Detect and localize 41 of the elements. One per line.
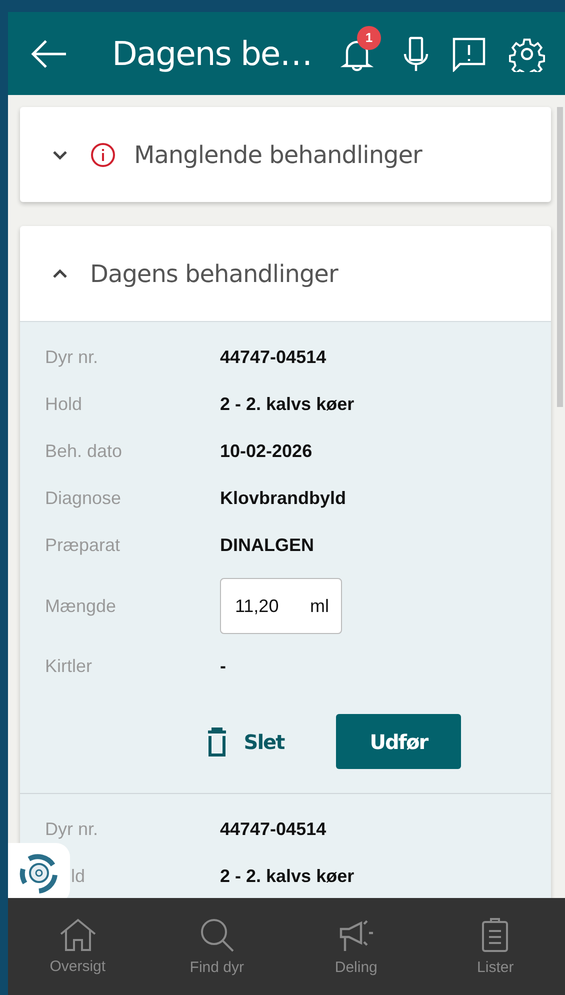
field-label: Diagnose	[45, 488, 122, 509]
sync-button[interactable]	[8, 843, 70, 898]
unit-label: ml	[310, 596, 329, 616]
nav-item[interactable]: Oversigt	[8, 898, 148, 995]
field-value: 10-02-2026	[220, 441, 312, 462]
field-value: Klovbrandbyld	[220, 488, 346, 509]
field-value: -	[220, 656, 226, 677]
field-label: Kirtler	[45, 656, 94, 677]
notification-badge: 1	[357, 26, 381, 50]
delete-button[interactable]: Slet	[200, 714, 290, 769]
field-value: DINALGEN	[220, 535, 314, 556]
field-label: Hold	[45, 394, 84, 415]
section-header[interactable]: Dagens behandlinger	[20, 226, 551, 321]
amount-field[interactable]: 11,20 ml	[220, 578, 342, 634]
field-label: Beh. dato	[45, 441, 124, 462]
field-label: Præparat	[45, 535, 122, 556]
field-label: Dyr nr.	[45, 347, 100, 368]
field-label: Dyr nr.	[45, 819, 100, 840]
nav-item[interactable]: Find dyr	[147, 898, 286, 995]
nav-item[interactable]: Deling	[286, 898, 426, 995]
section-title: Manglende behandlinger	[134, 140, 422, 168]
settings-icon[interactable]	[509, 36, 545, 72]
page-title: Dagens be…	[112, 34, 313, 73]
back-arrow-icon[interactable]	[30, 38, 68, 68]
scrollbar[interactable]	[557, 107, 563, 407]
field-value: 2 - 2. kalvs køer	[220, 394, 354, 415]
field-value: 44747-04514	[220, 347, 326, 368]
submit-button[interactable]: Udfør	[336, 714, 462, 769]
field-label: Mængde	[45, 596, 118, 616]
section-header[interactable]: Manglende behandlinger	[20, 107, 551, 202]
megaphone-icon	[337, 917, 376, 953]
microphone-icon[interactable]	[403, 36, 429, 72]
nav-item[interactable]: Lister	[426, 898, 565, 995]
field-value: 2 - 2. kalvs køer	[220, 866, 354, 887]
field-label: ld	[70, 866, 86, 887]
field-value: 44747-04514	[220, 819, 326, 840]
trash-icon	[206, 726, 228, 756]
clipboard-icon	[480, 917, 510, 953]
home-icon	[58, 918, 97, 952]
speech-bubble-alert-icon[interactable]	[451, 36, 487, 72]
section-title: Dagens behandlinger	[90, 260, 338, 288]
